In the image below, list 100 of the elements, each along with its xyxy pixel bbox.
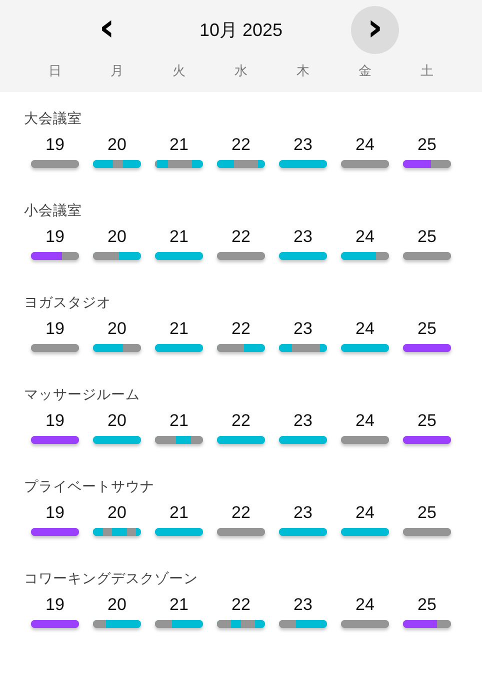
weekday-label: 月 xyxy=(110,62,124,80)
date-number[interactable]: 22 xyxy=(232,135,250,155)
availability-bar[interactable] xyxy=(31,436,79,444)
date-number[interactable]: 25 xyxy=(418,319,436,339)
weekday-label: 水 xyxy=(234,62,248,80)
availability-bar[interactable] xyxy=(31,344,79,352)
availability-bar[interactable] xyxy=(279,436,327,444)
availability-bar[interactable] xyxy=(155,528,203,536)
date-number[interactable]: 22 xyxy=(232,595,250,615)
date-number[interactable]: 24 xyxy=(356,503,374,523)
date-number[interactable]: 22 xyxy=(232,411,250,431)
availability-bar[interactable] xyxy=(93,344,141,352)
availability-bar[interactable] xyxy=(155,160,203,168)
availability-bar[interactable] xyxy=(155,344,203,352)
availability-bar[interactable] xyxy=(155,252,203,260)
month-title: 10月 2025 xyxy=(198,19,284,42)
date-number[interactable]: 21 xyxy=(170,411,188,431)
availability-bar[interactable] xyxy=(341,160,389,168)
date-number[interactable]: 23 xyxy=(294,319,312,339)
availability-bar[interactable] xyxy=(279,344,327,352)
date-number[interactable]: 25 xyxy=(418,595,436,615)
availability-bar[interactable] xyxy=(31,252,79,260)
availability-bar[interactable] xyxy=(341,528,389,536)
date-number[interactable]: 20 xyxy=(108,135,126,155)
availability-bar[interactable] xyxy=(341,252,389,260)
date-number[interactable]: 21 xyxy=(170,595,188,615)
availability-bar[interactable] xyxy=(279,160,327,168)
date-number[interactable]: 22 xyxy=(232,503,250,523)
date-number[interactable]: 19 xyxy=(46,135,64,155)
availability-bar[interactable] xyxy=(403,160,451,168)
availability-bar[interactable] xyxy=(155,436,203,444)
availability-bar[interactable] xyxy=(31,620,79,628)
availability-bar[interactable] xyxy=(403,344,451,352)
availability-bar[interactable] xyxy=(217,620,265,628)
availability-bar[interactable] xyxy=(93,160,141,168)
weekday-label: 木 xyxy=(296,62,310,80)
availability-bar[interactable] xyxy=(341,344,389,352)
date-number[interactable]: 23 xyxy=(294,595,312,615)
date-number[interactable]: 25 xyxy=(418,227,436,247)
previous-month-button[interactable]: ‹ xyxy=(83,6,131,54)
availability-bar[interactable] xyxy=(217,344,265,352)
date-number[interactable]: 21 xyxy=(170,503,188,523)
date-number[interactable]: 20 xyxy=(108,595,126,615)
availability-bar[interactable] xyxy=(403,528,451,536)
date-number[interactable]: 19 xyxy=(46,319,64,339)
date-number[interactable]: 19 xyxy=(46,503,64,523)
date-number[interactable]: 22 xyxy=(232,227,250,247)
availability-bar[interactable] xyxy=(341,620,389,628)
availability-bar[interactable] xyxy=(403,252,451,260)
availability-bar[interactable] xyxy=(93,528,141,536)
date-number[interactable]: 20 xyxy=(108,227,126,247)
date-number[interactable]: 19 xyxy=(46,411,64,431)
availability-bar[interactable] xyxy=(217,436,265,444)
availability-bar[interactable] xyxy=(279,620,327,628)
availability-bar[interactable] xyxy=(217,252,265,260)
date-number[interactable]: 24 xyxy=(356,319,374,339)
date-number[interactable]: 20 xyxy=(108,411,126,431)
availability-bar[interactable] xyxy=(31,160,79,168)
date-number[interactable]: 21 xyxy=(170,319,188,339)
date-number[interactable]: 25 xyxy=(418,411,436,431)
room-name: ヨガスタジオ xyxy=(24,294,111,312)
room-name: コワーキングデスクゾーン xyxy=(24,570,198,588)
date-number[interactable]: 23 xyxy=(294,227,312,247)
date-number[interactable]: 25 xyxy=(418,503,436,523)
date-number[interactable]: 20 xyxy=(108,503,126,523)
date-number[interactable]: 19 xyxy=(46,595,64,615)
room-name: プライベートサウナ xyxy=(24,478,154,496)
availability-bar[interactable] xyxy=(31,528,79,536)
availability-bar[interactable] xyxy=(279,252,327,260)
date-number[interactable]: 20 xyxy=(108,319,126,339)
date-number[interactable]: 24 xyxy=(356,595,374,615)
room-name: 小会議室 xyxy=(24,202,82,220)
date-number[interactable]: 24 xyxy=(356,411,374,431)
date-number[interactable]: 21 xyxy=(170,227,188,247)
weekday-label: 火 xyxy=(172,62,186,80)
availability-bar[interactable] xyxy=(93,620,141,628)
availability-bar[interactable] xyxy=(93,436,141,444)
next-month-button[interactable]: › xyxy=(351,6,399,54)
room-name: 大会議室 xyxy=(24,110,82,128)
availability-bar[interactable] xyxy=(279,528,327,536)
date-number[interactable]: 24 xyxy=(356,135,374,155)
date-number[interactable]: 23 xyxy=(294,503,312,523)
weekday-label: 金 xyxy=(358,62,372,80)
availability-bar[interactable] xyxy=(155,620,203,628)
availability-bar[interactable] xyxy=(403,620,451,628)
date-number[interactable]: 19 xyxy=(46,227,64,247)
availability-bar[interactable] xyxy=(217,160,265,168)
date-number[interactable]: 21 xyxy=(170,135,188,155)
date-number[interactable]: 24 xyxy=(356,227,374,247)
weekday-label: 日 xyxy=(48,62,62,80)
availability-bar[interactable] xyxy=(403,436,451,444)
availability-bar[interactable] xyxy=(217,528,265,536)
date-number[interactable]: 23 xyxy=(294,135,312,155)
availability-bar[interactable] xyxy=(93,252,141,260)
weekday-label: 土 xyxy=(420,62,434,80)
room-name: マッサージルーム xyxy=(24,386,140,404)
availability-bar[interactable] xyxy=(341,436,389,444)
date-number[interactable]: 23 xyxy=(294,411,312,431)
date-number[interactable]: 22 xyxy=(232,319,250,339)
date-number[interactable]: 25 xyxy=(418,135,436,155)
